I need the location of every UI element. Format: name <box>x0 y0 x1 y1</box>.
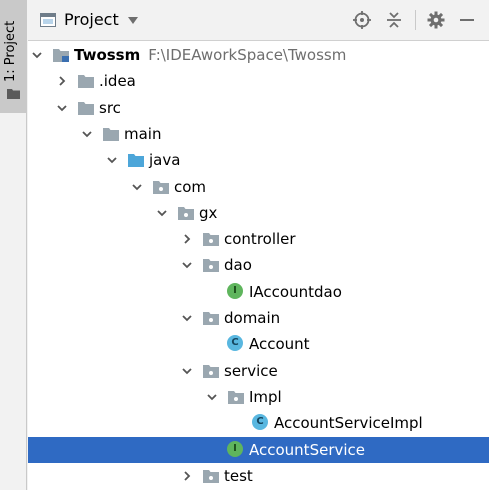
tree-row-label: IAccountdao <box>249 281 342 303</box>
tree-row-test[interactable]: test <box>28 463 489 489</box>
tree-row-idea[interactable]: .idea <box>28 68 489 94</box>
module-path: F:\IDEAworkSpace\Twossm <box>148 46 347 64</box>
folder-icon <box>103 127 119 141</box>
node-name: service <box>224 361 278 380</box>
tree-row-label: gx <box>199 202 217 224</box>
tree-row-label: main <box>124 123 161 145</box>
chevron-down-icon[interactable] <box>107 155 117 165</box>
project-view-icon <box>40 13 56 27</box>
interface-icon: I <box>227 282 243 299</box>
gear-icon[interactable] <box>427 11 445 29</box>
folder-icon <box>7 89 20 99</box>
node-name: main <box>124 124 162 143</box>
tree-row-label: java <box>149 149 180 171</box>
chevron-down-icon[interactable] <box>182 313 192 323</box>
tree-row-label: service <box>224 360 278 382</box>
node-name: .idea <box>99 72 136 91</box>
project-tool-tab-label: 1: Project <box>3 20 18 82</box>
node-name: gx <box>199 203 218 222</box>
chevron-down-icon[interactable] <box>57 103 67 113</box>
tree-row-label: controller <box>224 228 296 250</box>
tree-row-label: .idea <box>99 70 136 92</box>
collapse-all-icon[interactable] <box>385 11 403 29</box>
folder-icon <box>78 75 94 89</box>
package-icon <box>153 180 169 194</box>
tree-row-main[interactable]: main <box>28 121 489 147</box>
tree-row-label: AccountService <box>249 439 365 461</box>
node-name: Account <box>249 335 310 354</box>
tree-row-accountserviceimpl[interactable]: C AccountServiceImpl <box>28 410 489 436</box>
tree-row-label: Account <box>249 333 310 355</box>
chevron-down-icon[interactable] <box>157 208 167 218</box>
node-name: com <box>174 177 207 196</box>
tree-row-account[interactable]: C Account <box>28 331 489 357</box>
tree-row-controller[interactable]: controller <box>28 226 489 252</box>
tree-row-label: Twossm F:\IDEAworkSpace\Twossm <box>74 44 346 66</box>
panel-title[interactable]: Project <box>64 10 119 29</box>
tree-row-src[interactable]: src <box>28 95 489 121</box>
tree-row-twossm[interactable]: Twossm F:\IDEAworkSpace\Twossm <box>28 42 489 68</box>
node-name: domain <box>224 309 281 327</box>
tree-row-label: AccountServiceImpl <box>274 412 423 434</box>
source-folder-icon <box>128 154 144 168</box>
project-panel-header: Project <box>28 0 489 41</box>
package-icon <box>203 312 219 325</box>
chevron-down-icon[interactable] <box>182 366 192 376</box>
tree-row-accountservice[interactable]: I AccountService <box>28 436 489 463</box>
tree-row-label: test <box>224 465 253 487</box>
tree-row-label: src <box>99 97 121 119</box>
tree-row-label: com <box>174 176 206 198</box>
tree-row-label: domain <box>224 307 280 329</box>
node-name: AccountService <box>249 440 366 459</box>
tree-row-java[interactable]: java <box>28 147 489 173</box>
node-name: src <box>99 98 121 117</box>
minimize-icon[interactable] <box>458 11 476 29</box>
tree-row-com[interactable]: com <box>28 174 489 200</box>
locate-icon[interactable] <box>353 11 371 29</box>
node-name: AccountServiceImpl <box>274 414 423 433</box>
tree-row-domain[interactable]: domain <box>28 305 489 331</box>
tree-row-service[interactable]: service <box>28 358 489 384</box>
node-name: controller <box>224 230 296 249</box>
tree-row-gx[interactable]: gx <box>28 200 489 226</box>
package-icon <box>228 390 244 404</box>
module-folder-icon <box>53 49 69 62</box>
tree-row-label: Impl <box>249 386 282 408</box>
tree-row-dao[interactable]: dao <box>28 252 489 278</box>
chevron-down-icon[interactable] <box>182 260 192 270</box>
chevron-down-icon[interactable] <box>207 392 217 402</box>
chevron-down-icon[interactable] <box>132 182 142 192</box>
node-name: Impl <box>249 387 282 406</box>
chevron-down-icon[interactable] <box>128 17 138 24</box>
folder-icon <box>78 101 94 115</box>
node-name: java <box>149 151 181 170</box>
node-name: test <box>224 466 253 485</box>
package-icon <box>203 364 219 378</box>
chevron-down-icon[interactable] <box>82 129 92 139</box>
tool-window-strip: 1: Project <box>0 0 27 490</box>
chevron-right-icon[interactable] <box>182 471 192 481</box>
package-icon <box>178 206 194 220</box>
package-icon <box>203 469 219 483</box>
chevron-right-icon[interactable] <box>182 234 192 244</box>
tree-row-iaccountdao[interactable]: I IAccountdao <box>28 279 489 305</box>
class-icon: C <box>252 414 268 431</box>
node-name: IAccountdao <box>249 282 342 301</box>
project-tree[interactable]: Twossm F:\IDEAworkSpace\Twossm .idea src mai… <box>28 41 489 490</box>
node-name: Twossm <box>74 46 141 64</box>
package-icon <box>203 233 219 247</box>
header-divider <box>415 10 416 30</box>
tree-row-impl[interactable]: Impl <box>28 384 489 410</box>
package-icon <box>203 259 219 273</box>
project-tool-tab[interactable]: 1: Project <box>0 0 26 113</box>
tree-row-label: dao <box>224 254 252 276</box>
node-name: dao <box>224 256 252 275</box>
interface-icon: I <box>227 440 243 457</box>
chevron-right-icon[interactable] <box>57 76 67 86</box>
chevron-down-icon[interactable] <box>32 50 42 60</box>
class-icon: C <box>227 335 243 352</box>
